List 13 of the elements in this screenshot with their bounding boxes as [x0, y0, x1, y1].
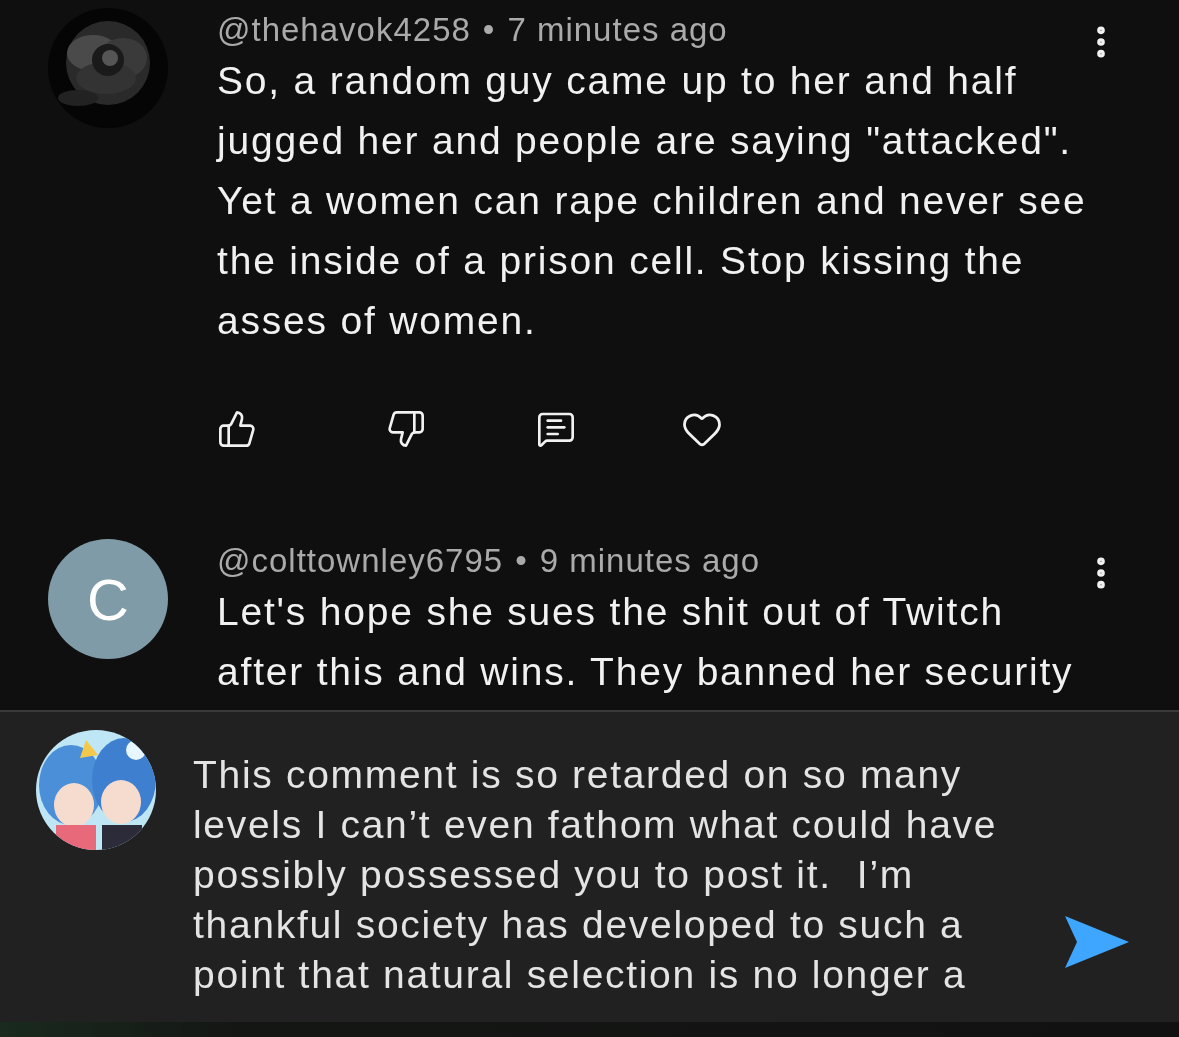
reply-field[interactable]: [0, 710, 1179, 1022]
comment-time: 9 minutes ago: [539, 542, 761, 580]
comment-author[interactable]: @colttownley6795: [217, 542, 504, 580]
send-icon[interactable]: [1065, 916, 1129, 968]
separator: •: [482, 11, 496, 49]
separator: •: [515, 542, 528, 580]
comment-text: Let's hope she sues the shit out of Twitch after this and wins. They banned her security: [217, 589, 1075, 695]
comment-input[interactable]: This comment is so retarded on so many levels I can’t even fathom what could have possibly possessed you to post it. I’m thankful society has developed to such a point that natural selection is no longer a: [193, 750, 1033, 1020]
comment-time: 7 minutes ago: [507, 11, 728, 49]
comment-author[interactable]: @thehavok4258: [217, 11, 471, 49]
thumbs-down-icon[interactable]: [386, 409, 426, 449]
comment-text: So, a random guy came up to her and half jugged her and people are saying "attacked". Yet a women can rape children and never see the inside of a prison cell. Stop kissing the asses of women.: [217, 58, 1088, 344]
thumbs-up-icon[interactable]: [217, 409, 257, 449]
